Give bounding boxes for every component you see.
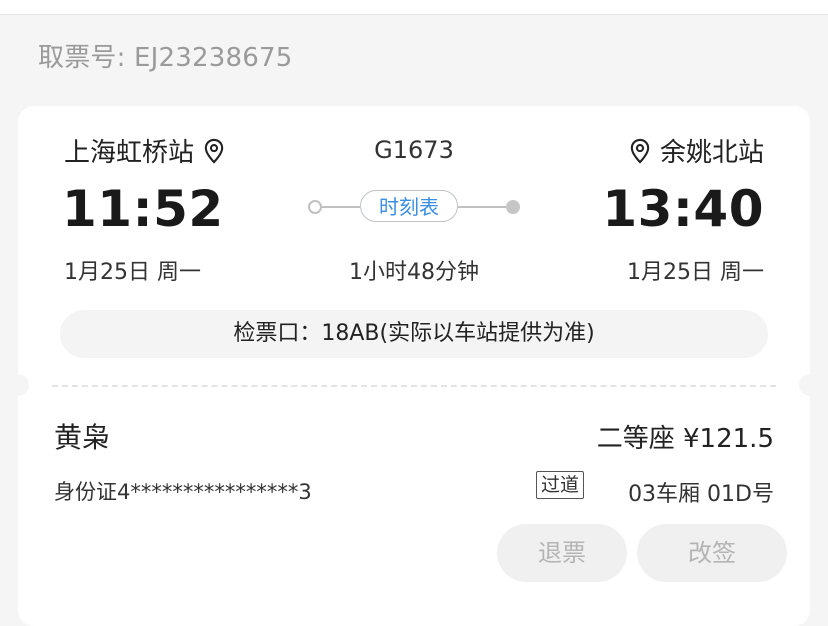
seat-class-price: 二等座 ¥121.5 <box>596 424 774 454</box>
passenger-id: 身份证4****************3 <box>54 480 312 504</box>
ticket-divider <box>52 385 776 387</box>
refund-button[interactable]: 退票 <box>497 524 627 582</box>
top-divider <box>0 0 828 15</box>
ticket-status-badge: 过道 <box>536 471 585 499</box>
arrival-time: 13:40 <box>602 180 764 238</box>
pickup-number: 取票号: EJ23238675 <box>38 43 293 73</box>
car-seat-number: 03车厢 01D号 <box>628 482 774 507</box>
change-ticket-button[interactable]: 改签 <box>637 524 787 582</box>
timetable-button[interactable]: 时刻表 <box>360 190 458 222</box>
arrival-date: 1月25日 周一 <box>627 260 764 285</box>
location-pin-icon <box>630 138 650 164</box>
route-line: 时刻表 <box>306 190 524 224</box>
arrival-station: 余姚北站 <box>626 132 764 169</box>
ticket-notch-right <box>799 374 821 396</box>
ticket-notch-left <box>7 374 29 396</box>
ticket-card: 上海虹桥站 G1673 余姚北站 11:52 时刻表 13:40 1月25日 周… <box>7 106 821 626</box>
departure-time: 11:52 <box>62 180 224 238</box>
passenger-name: 黄枭 <box>54 421 111 454</box>
arrival-station-label: 余姚北站 <box>659 138 764 168</box>
ticket-gate-info: 检票口：18AB(实际以车站提供为准) <box>60 310 768 358</box>
